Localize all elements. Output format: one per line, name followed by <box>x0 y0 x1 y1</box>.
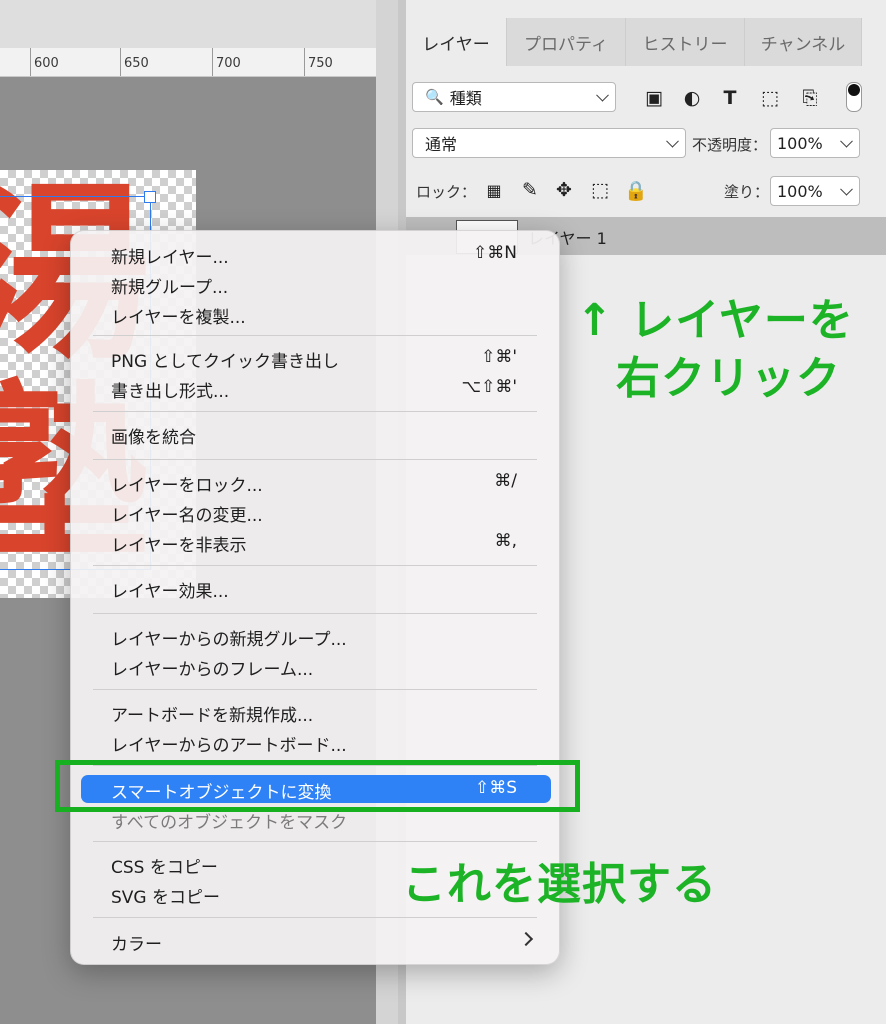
panel-tabs: レイヤー プロパティ ヒストリー チャンネル <box>406 18 886 66</box>
annotation-right-click-line1: ↑ レイヤーを <box>576 295 854 346</box>
menu-item-label: レイヤー効果... <box>111 582 229 602</box>
menu-separator <box>93 917 537 918</box>
opacity-input[interactable]: 100% <box>770 128 860 158</box>
menu-item-duplicate-layer[interactable]: レイヤーを複製... <box>71 299 559 329</box>
lock-image-pixels-icon[interactable]: ✎ <box>518 178 542 202</box>
menu-item-rename-layer[interactable]: レイヤー名の変更... <box>71 497 559 527</box>
menu-item-shortcut: ⇧⌘' <box>481 347 517 367</box>
layer-filter-select[interactable]: 🔍 種類 <box>412 82 616 112</box>
menu-item-hide-layer[interactable]: レイヤーを非表示 ⌘, <box>71 527 559 557</box>
menu-item-artboard-from-layers[interactable]: レイヤーからのアートボード... <box>71 727 559 757</box>
menu-item-flatten-image[interactable]: 画像を統合 <box>71 419 559 449</box>
menu-item-layer-effects[interactable]: レイヤー効果... <box>71 573 559 603</box>
menu-item-quick-export-png[interactable]: PNG としてクイック書き出し ⇧⌘' <box>71 343 559 373</box>
ruler-tick <box>304 48 305 76</box>
ruler-tick <box>30 48 31 76</box>
menu-item-label: レイヤーを複製... <box>111 308 246 328</box>
chevron-right-icon <box>518 931 534 947</box>
tab-properties[interactable]: プロパティ <box>507 18 626 66</box>
tab-history[interactable]: ヒストリー <box>626 18 745 66</box>
menu-item-shortcut: ⌥⇧⌘' <box>461 377 517 397</box>
menu-item-label: レイヤーをロック... <box>111 476 263 496</box>
ruler-tick <box>212 48 213 76</box>
menu-separator <box>93 335 537 336</box>
image-filter-icon[interactable]: ▣ <box>642 86 666 110</box>
menu-separator <box>93 841 537 842</box>
fill-label: 塗り： <box>724 183 770 201</box>
type-filter-icon[interactable]: T <box>718 86 742 110</box>
fill-value: 100% <box>777 181 823 201</box>
menu-item-label: PNG としてクイック書き出し <box>111 352 340 372</box>
chevron-down-icon <box>840 134 853 148</box>
ruler-label: 650 <box>124 56 149 71</box>
lock-position-icon[interactable]: ✥ <box>552 178 576 202</box>
menu-item-group-from-layers[interactable]: レイヤーからの新規グループ... <box>71 621 559 651</box>
menu-item-shortcut: ⇧⌘N <box>473 243 517 263</box>
menu-item-shortcut: ⌘, <box>494 531 517 551</box>
tab-channels[interactable]: チャンネル <box>745 18 862 66</box>
ruler-label: 700 <box>216 56 241 71</box>
menu-item-label: レイヤー名の変更... <box>111 506 263 526</box>
opacity-value: 100% <box>777 133 823 153</box>
menu-item-label: アートボードを新規作成... <box>111 706 314 726</box>
lock-label: ロック： <box>416 183 477 201</box>
blend-mode-select[interactable]: 通常 <box>412 128 686 158</box>
menu-item-label: レイヤーからの新規グループ... <box>111 630 347 650</box>
filter-toggle[interactable] <box>846 82 862 112</box>
annotation-highlight-box <box>55 760 580 812</box>
chevron-down-icon <box>840 182 853 196</box>
chevron-down-icon <box>666 134 679 148</box>
menu-item-label: 新規グループ... <box>111 278 229 298</box>
horizontal-ruler: 600 650 700 750 <box>0 48 376 77</box>
menu-item-new-group[interactable]: 新規グループ... <box>71 269 559 299</box>
chevron-down-icon <box>596 88 609 102</box>
menu-item-label: レイヤーからのフレーム... <box>111 660 314 680</box>
toggle-knob <box>848 84 860 96</box>
options-bar <box>0 0 376 48</box>
lock-transparency-icon[interactable]: ▦ <box>482 178 506 202</box>
menu-item-shortcut: ⌘/ <box>494 471 517 491</box>
menu-item-color[interactable]: カラー <box>71 926 559 956</box>
shape-filter-icon[interactable]: ⬚ <box>758 86 782 110</box>
lock-all-icon[interactable]: 🔒 <box>624 178 648 202</box>
fill-input[interactable]: 100% <box>770 176 860 206</box>
annotation-right-click-line2: 右クリック <box>616 353 841 404</box>
menu-item-label: レイヤーからのアートボード... <box>111 736 347 756</box>
menu-item-label: カラー <box>111 935 162 955</box>
transform-handle[interactable] <box>144 191 156 203</box>
annotation-select-this: これを選択する <box>402 859 717 910</box>
menu-item-export-as[interactable]: 書き出し形式... ⌥⇧⌘' <box>71 373 559 403</box>
menu-item-label: 画像を統合 <box>111 428 196 448</box>
filter-value: 種類 <box>449 89 482 108</box>
menu-separator <box>93 565 537 566</box>
menu-item-label: レイヤーを非表示 <box>111 536 247 556</box>
search-icon: 🔍 <box>425 88 444 106</box>
menu-separator <box>93 689 537 690</box>
tab-layers[interactable]: レイヤー <box>406 18 507 66</box>
menu-item-label: CSS をコピー <box>111 858 218 878</box>
ruler-tick <box>120 48 121 76</box>
smart-object-filter-icon[interactable]: ⎘ <box>798 86 822 110</box>
menu-item-frame-from-layers[interactable]: レイヤーからのフレーム... <box>71 651 559 681</box>
ruler-label: 750 <box>308 56 333 71</box>
menu-separator <box>93 613 537 614</box>
menu-item-new-artboard[interactable]: アートボードを新規作成... <box>71 697 559 727</box>
adjustment-filter-icon[interactable]: ◐ <box>680 86 704 110</box>
opacity-label: 不透明度： <box>692 136 768 154</box>
lock-artboard-icon[interactable]: ⬚ <box>588 178 612 202</box>
menu-item-label: 書き出し形式... <box>111 382 230 402</box>
menu-separator <box>93 459 537 460</box>
menu-item-new-layer[interactable]: 新規レイヤー... ⇧⌘N <box>71 239 559 269</box>
ruler-label: 600 <box>34 56 59 71</box>
blend-mode-value: 通常 <box>425 135 458 154</box>
menu-separator <box>93 411 537 412</box>
menu-item-label: SVG をコピー <box>111 888 220 908</box>
menu-item-label: 新規レイヤー... <box>111 248 229 268</box>
menu-item-lock-layer[interactable]: レイヤーをロック... ⌘/ <box>71 467 559 497</box>
